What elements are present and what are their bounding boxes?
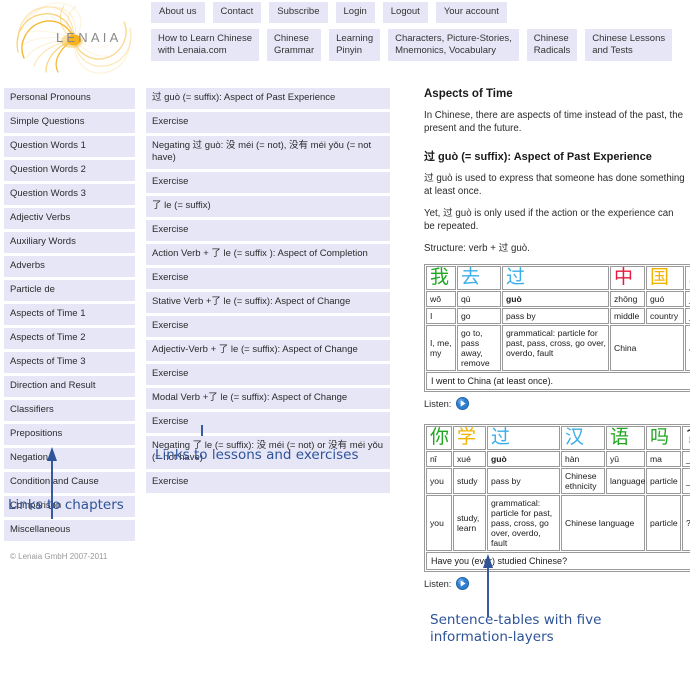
nav-login[interactable]: Login: [335, 2, 375, 23]
page-title: Aspects of Time: [424, 88, 513, 100]
sidebar-item-simple-questions[interactable]: Simple Questions: [4, 112, 135, 133]
lesson-modal-verb-le[interactable]: Modal Verb +了 le (= suffix): Aspect of C…: [146, 388, 390, 409]
lesson-exercise-2[interactable]: Exercise: [146, 172, 390, 193]
paragraph-2: Yet, 过 guò is only used if the action or…: [424, 208, 674, 232]
lesson-exercise-6[interactable]: Exercise: [146, 364, 390, 385]
lesson-exercise-4[interactable]: Exercise: [146, 268, 390, 289]
nav-your-account[interactable]: Your account: [435, 2, 507, 23]
nav-chinese-grammar[interactable]: Chinese Grammar: [267, 29, 322, 61]
sidebar-item-question-words-1[interactable]: Question Words 1: [4, 136, 135, 157]
listen-label: Listen:: [424, 398, 452, 409]
nav-chinese-lessons-tests[interactable]: Chinese Lessons and Tests: [585, 29, 673, 61]
pinyin-cell: guó: [646, 291, 684, 307]
page-root: LENAIA About us Contact Subscribe Login …: [0, 0, 690, 689]
sidebar-item-aspects-of-time-2[interactable]: Aspects of Time 2: [4, 328, 135, 349]
lesson-adjectiv-verb-le[interactable]: Adjectiv-Verb + 了 le (= suffix): Aspect …: [146, 340, 390, 361]
lesson-le-suffix[interactable]: 了 le (= suffix): [146, 196, 390, 217]
intro-paragraph: In Chinese, there are aspects of time in…: [424, 110, 684, 134]
meaning-cell: China: [610, 325, 684, 371]
lesson-guo-aspect-past-experience[interactable]: 过 guò (= suffix): Aspect of Past Experie…: [146, 88, 390, 109]
site-header: LENAIA About us Contact Subscribe Login …: [0, 0, 690, 80]
nav-about-us[interactable]: About us: [151, 2, 205, 23]
sidebar-item-adverbs[interactable]: Adverbs: [4, 256, 135, 277]
literal-cell: _: [685, 308, 690, 324]
nav-how-to-learn-chinese[interactable]: How to Learn Chinese with Lenaia.com: [151, 29, 259, 61]
pinyin-cell: wǒ: [426, 291, 456, 307]
literal-cell: go: [457, 308, 501, 324]
paragraph-structure: Structure: verb + 过 guò.: [424, 243, 530, 254]
hanzi-cell: 我: [426, 266, 456, 290]
meaning-cell: I, me, my: [426, 325, 456, 371]
lesson-exercise-5[interactable]: Exercise: [146, 316, 390, 337]
lesson-negating-guo[interactable]: Negating 过 guò: 没 méi (= not), 没有 méi yǒ…: [146, 136, 390, 169]
logo-wordmark: LENAIA: [56, 30, 122, 45]
pinyin-cell: guò: [502, 291, 609, 307]
literal-cell: country: [646, 308, 684, 324]
table-row-literal: I go pass by middle country _: [426, 308, 690, 324]
lesson-exercise-1[interactable]: Exercise: [146, 112, 390, 133]
play-icon: [456, 397, 470, 410]
sidebar-item-aspects-of-time-1[interactable]: Aspects of Time 1: [4, 304, 135, 325]
sidebar-item-direction-and-result[interactable]: Direction and Result: [4, 376, 135, 397]
play-audio-button[interactable]: [456, 397, 470, 410]
nav-contact[interactable]: Contact: [212, 2, 262, 23]
main-navigation: How to Learn Chinese with Lenaia.com Chi…: [151, 29, 673, 61]
pinyin-cell: zhōng: [610, 291, 645, 307]
paragraph-1: 过 guò is used to express that someone ha…: [424, 173, 685, 197]
listen-row-1: Listen:: [424, 397, 686, 410]
meaning-cell: go to, pass away, remove: [457, 325, 501, 371]
nav-characters-vocabulary[interactable]: Characters, Picture-Stories, Mnemonics, …: [388, 29, 519, 61]
lesson-exercise-3[interactable]: Exercise: [146, 220, 390, 241]
annotation-arrows: [47, 425, 493, 617]
table-row-hanzi: 我 去 过 中 国 。: [426, 266, 690, 290]
table-row-pinyin: wǒ qù guò zhōng guó _: [426, 291, 690, 307]
hanzi-cell: 过: [502, 266, 609, 290]
hanzi-cell: 去: [457, 266, 501, 290]
annotation-lessons: Links to lessons and exercises: [155, 447, 359, 463]
hanzi-cell: 中: [610, 266, 645, 290]
sidebar-item-auxiliary-words[interactable]: Auxiliary Words: [4, 232, 135, 253]
annotation-chapters: Links to chapters: [8, 497, 124, 513]
lesson-stative-verb-le[interactable]: Stative Verb +了 le (= suffix): Aspect of…: [146, 292, 390, 313]
nav-learning-pinyin[interactable]: Learning Pinyin: [329, 29, 381, 61]
top-navigation: About us Contact Subscribe Login Logout …: [151, 2, 507, 23]
sidebar-item-adjectiv-verbs[interactable]: Adjectiv Verbs: [4, 208, 135, 229]
sidebar-item-particle-de[interactable]: Particle de: [4, 280, 135, 301]
sidebar-item-question-words-3[interactable]: Question Words 3: [4, 184, 135, 205]
annotation-sentence-tables: Sentence-tables with five information-la…: [430, 612, 602, 645]
pinyin-cell: qù: [457, 291, 501, 307]
literal-cell: pass by: [502, 308, 609, 324]
table-row-meaning: I, me, my go to, pass away, remove gramm…: [426, 325, 690, 371]
hanzi-cell: 国: [646, 266, 684, 290]
translation-cell: I went to China (at least once).: [426, 372, 690, 390]
site-logo[interactable]: LENAIA: [12, 2, 142, 78]
nav-subscribe[interactable]: Subscribe: [269, 2, 328, 23]
nav-logout[interactable]: Logout: [382, 2, 428, 23]
section-subtitle: 过 guò (= suffix): Aspect of Past Experie…: [424, 151, 652, 163]
literal-cell: I: [426, 308, 456, 324]
table-row-translation: I went to China (at least once).: [426, 372, 690, 390]
sidebar-item-classifiers[interactable]: Classifiers: [4, 400, 135, 421]
lesson-action-verb-le[interactable]: Action Verb + 了 le (= suffix ): Aspect o…: [146, 244, 390, 265]
meaning-cell: grammatical: particle for past, pass, cr…: [502, 325, 609, 371]
sidebar-item-aspects-of-time-3[interactable]: Aspects of Time 3: [4, 352, 135, 373]
nav-chinese-radicals[interactable]: Chinese Radicals: [526, 29, 578, 61]
pinyin-cell: _: [685, 291, 690, 307]
sidebar-item-question-words-2[interactable]: Question Words 2: [4, 160, 135, 181]
hanzi-punctuation-cell: 。: [685, 266, 690, 290]
meaning-cell: 。: [685, 325, 690, 371]
sidebar-item-personal-pronouns[interactable]: Personal Pronouns: [4, 88, 135, 109]
sentence-table-1: 我 去 过 中 国 。 wǒ qù guò zhōng guó _ I: [424, 264, 690, 392]
literal-cell: middle: [610, 308, 645, 324]
